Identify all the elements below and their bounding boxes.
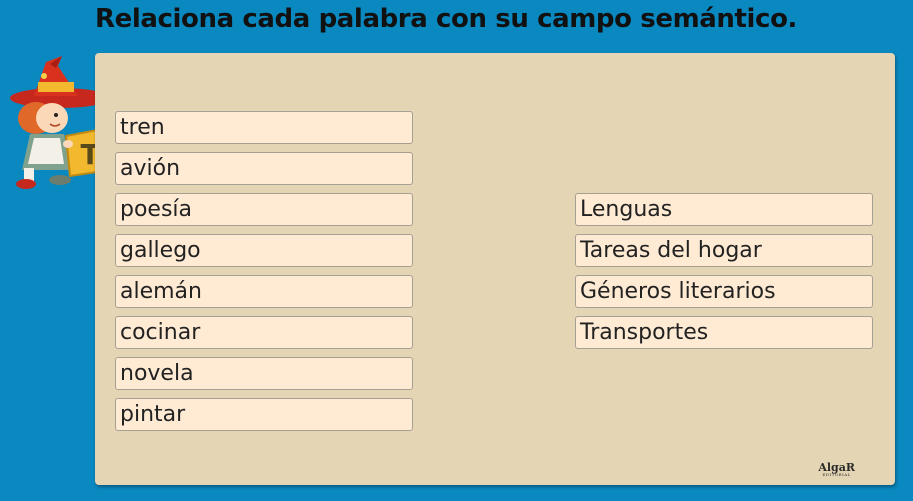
category-item[interactable]: Lenguas [575, 193, 873, 226]
word-item[interactable]: avión [115, 152, 413, 185]
word-item[interactable]: gallego [115, 234, 413, 267]
word-item[interactable]: pintar [115, 398, 413, 431]
word-item[interactable]: novela [115, 357, 413, 390]
category-item[interactable]: Transportes [575, 316, 873, 349]
category-item[interactable]: Tareas del hogar [575, 234, 873, 267]
word-item[interactable]: tren [115, 111, 413, 144]
category-item[interactable]: Géneros literarios [575, 275, 873, 308]
publisher-logo-sub: EDITORIAL [822, 472, 851, 477]
word-item[interactable]: alemán [115, 275, 413, 308]
word-item[interactable]: poesía [115, 193, 413, 226]
exercise-panel: tren avión poesía gallego alemán cocinar… [95, 53, 895, 485]
publisher-logo: AlgaR EDITORIAL [818, 462, 855, 477]
page-title: Relaciona cada palabra con su campo semá… [95, 4, 798, 34]
word-item[interactable]: cocinar [115, 316, 413, 349]
